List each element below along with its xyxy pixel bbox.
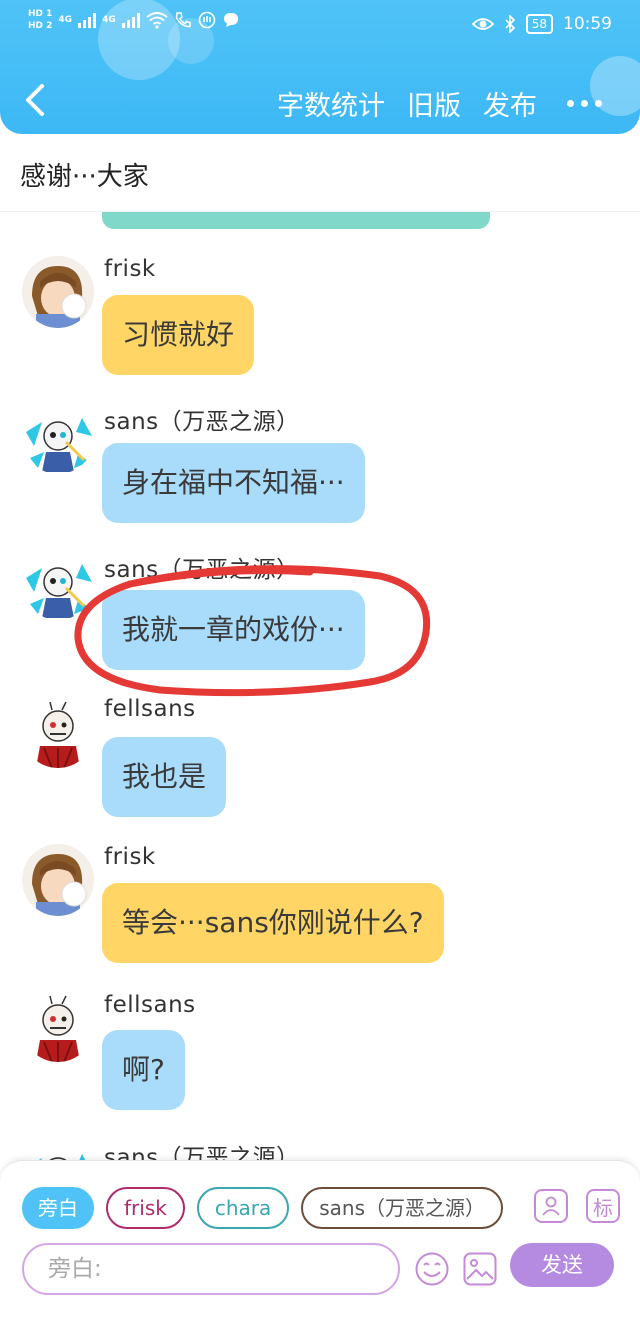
avatar-fellsans[interactable] — [22, 696, 94, 768]
role-chara-button[interactable]: chara — [196, 1187, 290, 1229]
chapter-title-bar: 感谢···大家 — [0, 134, 640, 212]
sender-name: sans（万恶之源） — [104, 1145, 300, 1160]
signal-icon — [121, 12, 140, 28]
clock: 10:59 — [563, 14, 612, 34]
sim1-label: HD 1 — [28, 9, 53, 19]
more-options-icon[interactable] — [567, 100, 602, 107]
publish-button[interactable]: 发布 — [483, 84, 537, 123]
emoji-icon[interactable] — [414, 1251, 450, 1287]
battery-indicator: 58 — [525, 14, 553, 34]
chat-area[interactable]: frisk 习惯就好 sans（万恶之源） 身在福中不知福··· sans（万恶… — [0, 212, 640, 1160]
app-notification-icon — [198, 11, 216, 29]
message-bubble[interactable]: 等会···sans你刚说什么? — [102, 883, 444, 963]
chat-notification-icon — [223, 13, 238, 27]
role-sans-button[interactable]: sans（万恶之源） — [301, 1187, 504, 1229]
message-bubble[interactable]: 啊? — [102, 1030, 185, 1110]
avatar-sans[interactable] — [22, 402, 94, 474]
role-narrator-button[interactable]: 旁白 — [22, 1187, 94, 1229]
sim2-label: HD 2 — [28, 21, 53, 31]
mark-button[interactable]: 标 — [586, 1189, 620, 1223]
image-icon[interactable] — [462, 1251, 498, 1287]
message-bubble[interactable]: 习惯就好 — [102, 295, 255, 375]
message-bubble[interactable]: 我也是 — [102, 737, 227, 817]
avatar-frisk[interactable] — [22, 844, 94, 916]
message-input[interactable]: 旁白: — [22, 1243, 400, 1295]
avatar-sans[interactable] — [22, 1138, 94, 1160]
compose-panel: 旁白 frisk chara sans（万恶之源） 标 旁白: 发送 — [0, 1160, 640, 1330]
old-version-button[interactable]: 旧版 — [407, 84, 461, 123]
send-button[interactable]: 发送 — [510, 1243, 614, 1287]
avatar-frisk[interactable] — [22, 256, 94, 328]
network-type-2: 4G — [102, 15, 116, 25]
app-header: HD 1 HD 2 4G 4G 58 10:59 字数统计 旧版 发布 — [0, 0, 640, 134]
sender-name: frisk — [104, 844, 156, 870]
role-selector: 旁白 frisk chara sans（万恶之源） — [22, 1187, 504, 1229]
avatar-sans[interactable] — [22, 548, 94, 620]
avatar-fellsans[interactable] — [22, 990, 94, 1062]
sender-name: sans（万恶之源） — [104, 557, 300, 583]
signal-icon — [78, 12, 97, 28]
call-icon — [175, 12, 191, 28]
message-bubble[interactable]: 身在福中不知福··· — [102, 443, 365, 523]
previous-message-bubble — [102, 212, 490, 229]
network-type-1: 4G — [58, 15, 73, 25]
message-bubble[interactable]: 我就一章的戏份··· — [102, 590, 365, 670]
word-count-button[interactable]: 字数统计 — [277, 84, 385, 123]
status-bar: HD 1 HD 2 4G 4G 58 10:59 — [0, 0, 640, 50]
role-frisk-button[interactable]: frisk — [106, 1187, 185, 1229]
character-manage-icon[interactable] — [534, 1189, 568, 1223]
sender-name: fellsans — [104, 696, 196, 722]
eye-icon — [471, 18, 494, 30]
sender-name: fellsans — [104, 992, 196, 1018]
back-icon[interactable] — [22, 82, 50, 118]
bluetooth-icon — [505, 15, 515, 33]
chapter-title[interactable]: 感谢···大家 — [20, 156, 149, 193]
sender-name: frisk — [104, 256, 156, 282]
wifi-icon — [146, 12, 168, 29]
sender-name: sans（万恶之源） — [104, 409, 300, 435]
